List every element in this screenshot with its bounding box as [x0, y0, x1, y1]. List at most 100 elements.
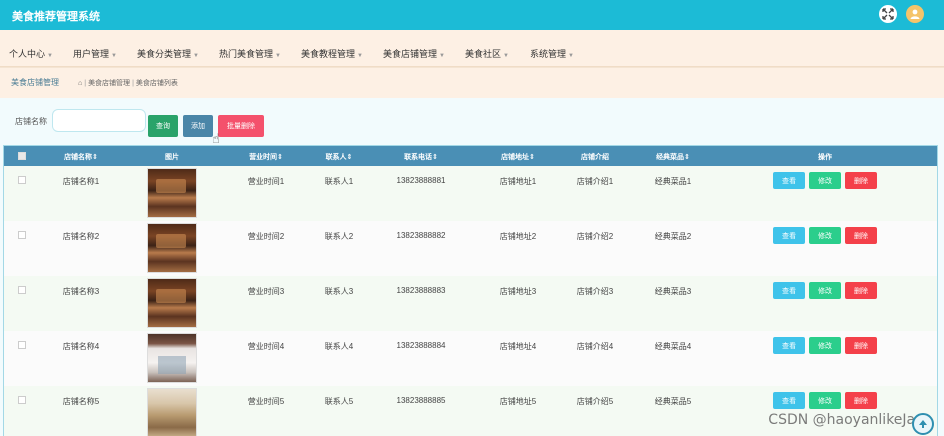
content-area: 店铺名称 查询 添加 批量删除 ☝ 店铺名称⇕ 图片 营业时间⇕ 联系人⇕ 联系… — [0, 98, 944, 436]
row-checkbox[interactable] — [18, 231, 26, 241]
shop-name-label: 店铺名称 — [15, 117, 47, 126]
table-row: 店铺名称3 营业时间3 联系人3 13823888883 店铺地址3 店铺介绍3… — [4, 276, 937, 331]
nav-label: 美食分类管理 — [137, 49, 192, 59]
shop-name-cell: 店铺名称2 — [62, 232, 100, 241]
bulk-delete-button[interactable]: 批量删除 — [218, 115, 264, 137]
chevron-down-icon: ▼ — [357, 53, 363, 59]
address-cell: 店铺地址1 — [499, 177, 537, 186]
intro-cell: 店铺介绍3 — [576, 287, 614, 296]
contact-cell: 联系人1 — [324, 177, 354, 186]
edit-button[interactable]: 修改 — [809, 337, 841, 354]
view-button[interactable]: 查看 — [773, 227, 805, 244]
nav-item-system-management[interactable]: 系统管理 ▼ — [530, 47, 574, 60]
nav-item-personal-center[interactable]: 个人中心 ▼ — [9, 47, 53, 60]
breadcrumb-separator: | — [84, 80, 87, 87]
column-header-hours[interactable]: 营业时间⇕ — [249, 152, 283, 162]
column-header-shop-name[interactable]: 店铺名称⇕ — [64, 152, 98, 162]
nav-item-food-community[interactable]: 美食社区 ▼ — [465, 47, 509, 60]
column-header-phone[interactable]: 联系电话⇕ — [404, 152, 438, 162]
intro-cell: 店铺介绍2 — [576, 232, 614, 241]
sort-icon: ⇕ — [684, 154, 690, 161]
delete-button[interactable]: 删除 — [845, 337, 877, 354]
home-icon[interactable]: ⌂ — [78, 80, 82, 87]
hours-cell: 营业时间1 — [247, 177, 285, 186]
nav-label: 美食教程管理 — [301, 49, 356, 59]
phone-cell: 13823888882 — [396, 231, 446, 240]
nav-item-hot-food[interactable]: 热门美食管理 ▼ — [219, 47, 281, 60]
shop-name-search-input[interactable] — [52, 109, 146, 132]
dish-cell: 经典菜品4 — [654, 342, 692, 351]
csdn-watermark: CSDN @haoyanlikeJava — [768, 412, 932, 428]
row-checkbox[interactable] — [18, 341, 26, 351]
phone-cell: 13823888883 — [396, 286, 446, 295]
column-header-address[interactable]: 店铺地址⇕ — [501, 152, 535, 162]
dish-cell: 经典菜品3 — [654, 287, 692, 296]
shop-image — [147, 278, 197, 328]
hours-cell: 营业时间2 — [247, 232, 285, 241]
table-row: 店铺名称4 营业时间4 联系人4 13823888884 店铺地址4 店铺介绍4… — [4, 331, 937, 386]
select-all-checkbox[interactable] — [18, 152, 26, 162]
nav-item-food-tutorial[interactable]: 美食教程管理 ▼ — [301, 47, 363, 60]
row-checkbox[interactable] — [18, 396, 26, 406]
nav-item-user-management[interactable]: 用户管理 ▼ — [73, 47, 117, 60]
row-checkbox[interactable] — [18, 176, 26, 186]
column-header-dish[interactable]: 经典菜品⇕ — [656, 152, 690, 162]
delete-button[interactable]: 删除 — [845, 227, 877, 244]
address-cell: 店铺地址4 — [499, 342, 537, 351]
shop-name-cell: 店铺名称4 — [62, 342, 100, 351]
view-button[interactable]: 查看 — [773, 392, 805, 409]
sort-icon: ⇕ — [277, 154, 283, 161]
table-row: 店铺名称1 营业时间1 联系人1 13823888881 店铺地址1 店铺介绍1… — [4, 166, 937, 221]
breadcrumb: ⌂ | 美食店铺管理 | 美食店铺列表 — [78, 78, 178, 88]
fullscreen-icon[interactable] — [879, 5, 897, 23]
sort-icon: ⇕ — [346, 154, 353, 161]
contact-cell: 联系人2 — [324, 232, 354, 241]
nav-item-food-shop[interactable]: 美食店铺管理 ▼ — [383, 47, 445, 60]
sort-icon: ⇕ — [432, 154, 438, 161]
view-button[interactable]: 查看 — [773, 282, 805, 299]
edit-button[interactable]: 修改 — [809, 172, 841, 189]
page-title: 美食店铺管理 — [11, 78, 59, 87]
phone-cell: 13823888881 — [396, 176, 446, 185]
nav-label: 美食店铺管理 — [383, 49, 438, 59]
view-button[interactable]: 查看 — [773, 172, 805, 189]
user-avatar-icon[interactable] — [906, 5, 924, 23]
breadcrumb-bar: 美食店铺管理 ⌂ | 美食店铺管理 | 美食店铺列表 — [0, 67, 944, 98]
shop-name-cell: 店铺名称3 — [62, 287, 100, 296]
shop-image — [147, 223, 197, 273]
breadcrumb-item[interactable]: 美食店铺管理 — [88, 80, 130, 87]
intro-cell: 店铺介绍5 — [576, 397, 614, 406]
table-row: 店铺名称2 营业时间2 联系人2 13823888882 店铺地址2 店铺介绍2… — [4, 221, 937, 276]
delete-button[interactable]: 删除 — [845, 172, 877, 189]
delete-button[interactable]: 删除 — [845, 282, 877, 299]
back-to-top-icon[interactable] — [912, 413, 934, 435]
contact-cell: 联系人3 — [324, 287, 354, 296]
table-row: 店铺名称5 营业时间5 联系人5 13823888885 店铺地址5 店铺介绍5… — [4, 386, 937, 436]
address-cell: 店铺地址2 — [499, 232, 537, 241]
add-button[interactable]: 添加 — [183, 115, 213, 137]
address-cell: 店铺地址3 — [499, 287, 537, 296]
chevron-down-icon: ▼ — [568, 53, 574, 59]
nav-item-food-category[interactable]: 美食分类管理 ▼ — [137, 47, 199, 60]
hours-cell: 营业时间5 — [247, 397, 285, 406]
sort-icon: ⇕ — [92, 154, 98, 161]
delete-button[interactable]: 删除 — [845, 392, 877, 409]
edit-button[interactable]: 修改 — [809, 227, 841, 244]
nav-label: 系统管理 — [530, 49, 567, 59]
edit-button[interactable]: 修改 — [809, 392, 841, 409]
app-title: 美食推荐管理系统 — [12, 11, 100, 23]
dish-cell: 经典菜品2 — [654, 232, 692, 241]
edit-button[interactable]: 修改 — [809, 282, 841, 299]
search-button[interactable]: 查询 — [148, 115, 178, 137]
view-button[interactable]: 查看 — [773, 337, 805, 354]
shop-image — [147, 168, 197, 218]
shop-image — [147, 333, 197, 383]
chevron-down-icon: ▼ — [275, 53, 281, 59]
row-checkbox[interactable] — [18, 286, 26, 296]
shop-table: 店铺名称⇕ 图片 营业时间⇕ 联系人⇕ 联系电话⇕ 店铺地址⇕ 店铺介绍 经典菜… — [3, 145, 938, 436]
chevron-down-icon: ▼ — [111, 53, 117, 59]
column-header-contact[interactable]: 联系人⇕ — [326, 152, 353, 162]
nav-label: 热门美食管理 — [219, 49, 274, 59]
chevron-down-icon: ▼ — [47, 53, 53, 59]
intro-cell: 店铺介绍4 — [576, 342, 614, 351]
